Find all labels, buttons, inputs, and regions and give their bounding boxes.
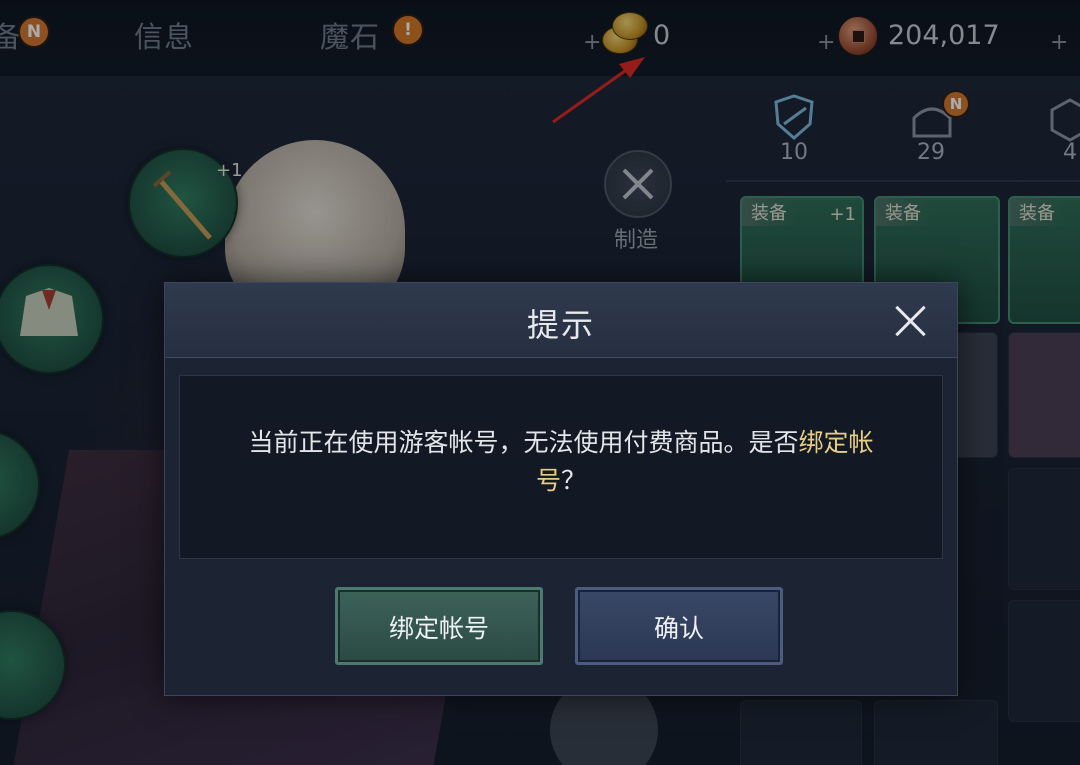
close-button[interactable]: [887, 297, 935, 345]
dialog-header: 提示: [165, 283, 957, 358]
message-text: 当前正在使用游客帐号，无法使用付费商品。是否: [248, 428, 799, 457]
game-scene: 备 N 信息 魔石 ! + 0 + 204,017 + +1 制造 10 N 2…: [0, 0, 1080, 765]
dialog-message: 当前正在使用游客帐号，无法使用付费商品。是否绑定帐号？: [210, 424, 912, 500]
confirm-button[interactable]: 确认: [575, 587, 783, 665]
prompt-dialog: 提示 当前正在使用游客帐号，无法使用付费商品。是否绑定帐 号？ 绑定帐号 确认: [164, 282, 958, 696]
message-highlight: 绑定帐: [798, 428, 874, 457]
message-box: 当前正在使用游客帐号，无法使用付费商品。是否绑定帐号？: [179, 375, 943, 559]
dialog-title: 提示: [526, 306, 595, 344]
bind-account-button[interactable]: 绑定帐号: [335, 587, 543, 665]
message-end: ？: [561, 466, 587, 495]
message-highlight: 号: [535, 466, 561, 495]
